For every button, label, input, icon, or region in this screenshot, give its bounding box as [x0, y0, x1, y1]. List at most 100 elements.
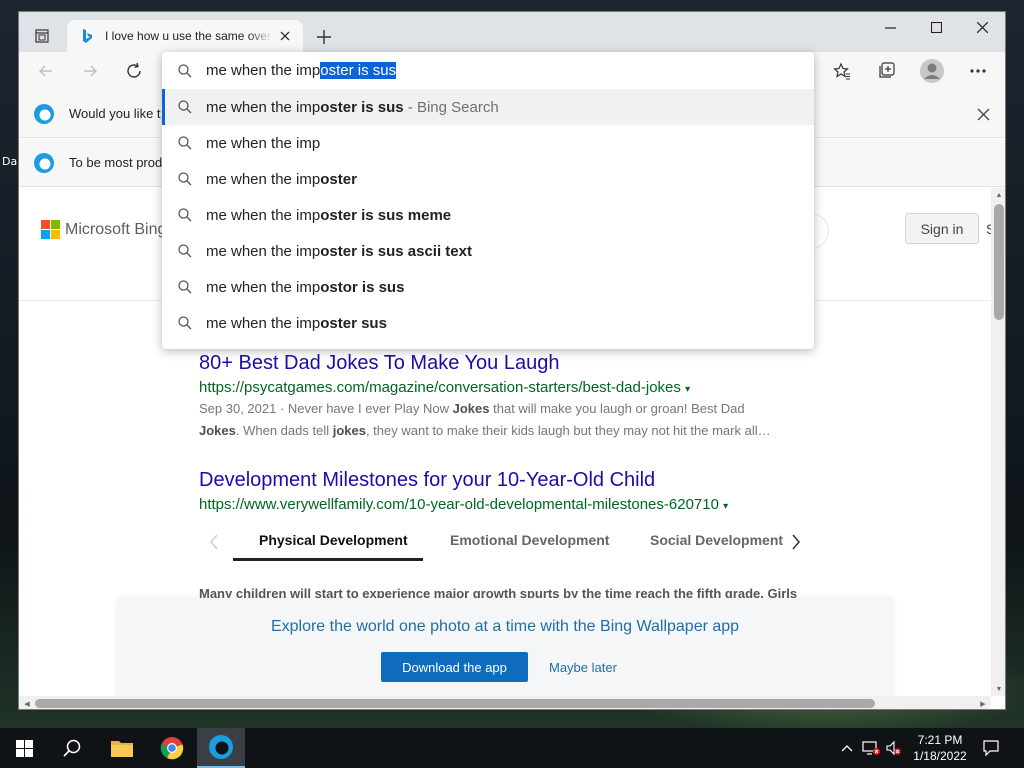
- bing-logo[interactable]: Microsoft Bing: [41, 220, 166, 239]
- address-bar-input[interactable]: me when the imposter is sus: [162, 52, 814, 89]
- bing-favicon-icon: [83, 29, 92, 43]
- caret-down-icon[interactable]: ▾: [723, 501, 728, 512]
- taskbar-search-button[interactable]: [48, 728, 96, 768]
- tab-actions-menu-button[interactable]: [27, 24, 57, 48]
- maximize-icon: [930, 21, 942, 33]
- minimize-icon: [884, 26, 896, 29]
- chevron-right-icon[interactable]: [791, 534, 801, 550]
- maybe-later-link[interactable]: Maybe later: [549, 660, 617, 675]
- title-bar: I love how u use the same over and over: [19, 12, 1005, 52]
- maximize-button[interactable]: [913, 12, 959, 42]
- subtab-emotional[interactable]: Emotional Development: [450, 532, 609, 548]
- clock-time: 7:21 PM: [917, 733, 963, 747]
- taskbar: 7:21 PM 1/18/2022: [0, 728, 1024, 768]
- close-icon: [977, 108, 989, 120]
- network-disconnected-icon: [862, 741, 880, 755]
- close-icon: [976, 21, 988, 33]
- favorites-button[interactable]: [827, 59, 857, 83]
- result-url-text: https://www.verywellfamily.com/10-year-o…: [199, 496, 719, 513]
- search-icon: [178, 136, 192, 150]
- suggestion-item[interactable]: me when the imposter is sus ascii text: [162, 233, 814, 269]
- suggestion-bold: oster is sus meme: [320, 206, 452, 224]
- volume-button[interactable]: [884, 739, 902, 757]
- suggestion-bold: oster sus: [320, 314, 387, 332]
- result-title[interactable]: Development Milestones for your 10-Year-…: [199, 469, 809, 492]
- refresh-button[interactable]: [119, 59, 149, 83]
- settings-menu-button[interactable]: [963, 59, 993, 83]
- sign-in-button[interactable]: Sign in: [905, 213, 979, 244]
- result-url-text: https://psycatgames.com/magazine/convers…: [199, 379, 681, 396]
- caret-down-icon[interactable]: ▾: [685, 384, 690, 395]
- typed-text: me when the imp: [206, 62, 321, 79]
- taskbar-file-explorer[interactable]: [98, 728, 146, 768]
- chrome-icon: [160, 737, 184, 760]
- autocomplete-selection: oster is sus: [320, 62, 397, 79]
- windows-start-icon: [15, 739, 33, 757]
- suggestion-item[interactable]: me when the imposter is sus meme: [162, 197, 814, 233]
- suggestion-prefix: me when the imp: [206, 314, 321, 332]
- edge-logo-icon: [34, 152, 54, 173]
- search-result: Development Milestones for your 10-Year-…: [199, 469, 809, 513]
- address-bar-dropdown: me when the imposter is sus me when the …: [162, 52, 814, 349]
- new-tab-button[interactable]: [313, 26, 335, 48]
- suggestion-prefix: me when the imp: [206, 278, 321, 296]
- scroll-down-icon[interactable]: ▼: [991, 682, 1005, 696]
- download-app-button[interactable]: Download the app: [381, 652, 528, 682]
- suggestion-bold: ostor is sus: [320, 278, 405, 296]
- scroll-left-icon[interactable]: ◀: [20, 696, 34, 709]
- subtab-social[interactable]: Social Development: [650, 532, 783, 548]
- scroll-right-icon[interactable]: ▶: [976, 696, 990, 709]
- search-icon: [178, 208, 192, 222]
- horizontal-scroll-thumb[interactable]: [35, 699, 875, 708]
- tab-close-button[interactable]: [277, 28, 293, 44]
- vertical-scroll-thumb[interactable]: [994, 204, 1004, 320]
- suggestion-item[interactable]: me when the imposter is sus - Bing Searc…: [162, 89, 814, 125]
- snippet-bold: Jokes: [199, 423, 236, 438]
- suggestion-item[interactable]: me when the imposter sus: [162, 305, 814, 341]
- search-icon: [178, 280, 192, 294]
- result-title[interactable]: 80+ Best Dad Jokes To Make You Laugh: [199, 352, 809, 375]
- suggestion-text: me when the impostor is sus: [206, 279, 404, 296]
- snippet-part: . When dads tell: [235, 423, 333, 438]
- search-icon: [178, 244, 192, 258]
- close-window-button[interactable]: [959, 12, 1005, 42]
- back-button[interactable]: [31, 59, 61, 83]
- taskbar-edge[interactable]: [197, 728, 245, 768]
- file-explorer-icon: [111, 741, 133, 757]
- snippet-bold: jokes: [332, 423, 366, 438]
- minimize-button[interactable]: [867, 12, 913, 42]
- start-button[interactable]: [0, 728, 48, 768]
- tab-actions-icon: [35, 29, 49, 43]
- vertical-scrollbar[interactable]: ▲ ▼: [991, 188, 1005, 696]
- subtab-physical[interactable]: Physical Development: [259, 532, 408, 548]
- desktop-icon-label[interactable]: Da: [2, 155, 17, 168]
- taskbar-clock[interactable]: 7:21 PM 1/18/2022: [905, 732, 975, 764]
- search-icon: [178, 172, 192, 186]
- result-snippet: Sep 30, 2021 · Never have I ever Play No…: [199, 398, 809, 442]
- bing-logo-text: Microsoft Bing: [65, 220, 167, 238]
- network-status-button[interactable]: [862, 739, 880, 757]
- suggestion-item[interactable]: me when the imp: [162, 125, 814, 161]
- clock-date: 1/18/2022: [913, 749, 967, 763]
- suggestion-item[interactable]: me when the imposter: [162, 161, 814, 197]
- horizontal-scrollbar[interactable]: ◀ ▶: [19, 696, 991, 709]
- taskbar-chrome[interactable]: [148, 728, 196, 768]
- suggestion-item[interactable]: me when the impostor is sus: [162, 269, 814, 305]
- profile-button[interactable]: [917, 59, 947, 83]
- infobar-close-button[interactable]: [975, 106, 991, 122]
- browser-tab[interactable]: I love how u use the same over and over: [67, 20, 303, 52]
- collections-button[interactable]: [871, 59, 901, 83]
- promo-text: Explore the world one photo at a time wi…: [270, 618, 740, 635]
- forward-button[interactable]: [75, 59, 105, 83]
- favorites-star-icon: [833, 62, 850, 80]
- collections-icon: [879, 62, 895, 78]
- avatar-icon: [920, 59, 944, 83]
- action-center-button[interactable]: [982, 739, 1000, 757]
- suggestion-prefix: me when the imp: [206, 206, 321, 224]
- scroll-up-icon[interactable]: ▲: [991, 188, 1005, 202]
- result-url: https://www.verywellfamily.com/10-year-o…: [199, 496, 809, 513]
- search-icon: [63, 739, 81, 757]
- suggestion-text: me when the imposter sus: [206, 315, 387, 332]
- chevron-left-icon[interactable]: [209, 534, 219, 550]
- show-hidden-icons-button[interactable]: [838, 739, 856, 757]
